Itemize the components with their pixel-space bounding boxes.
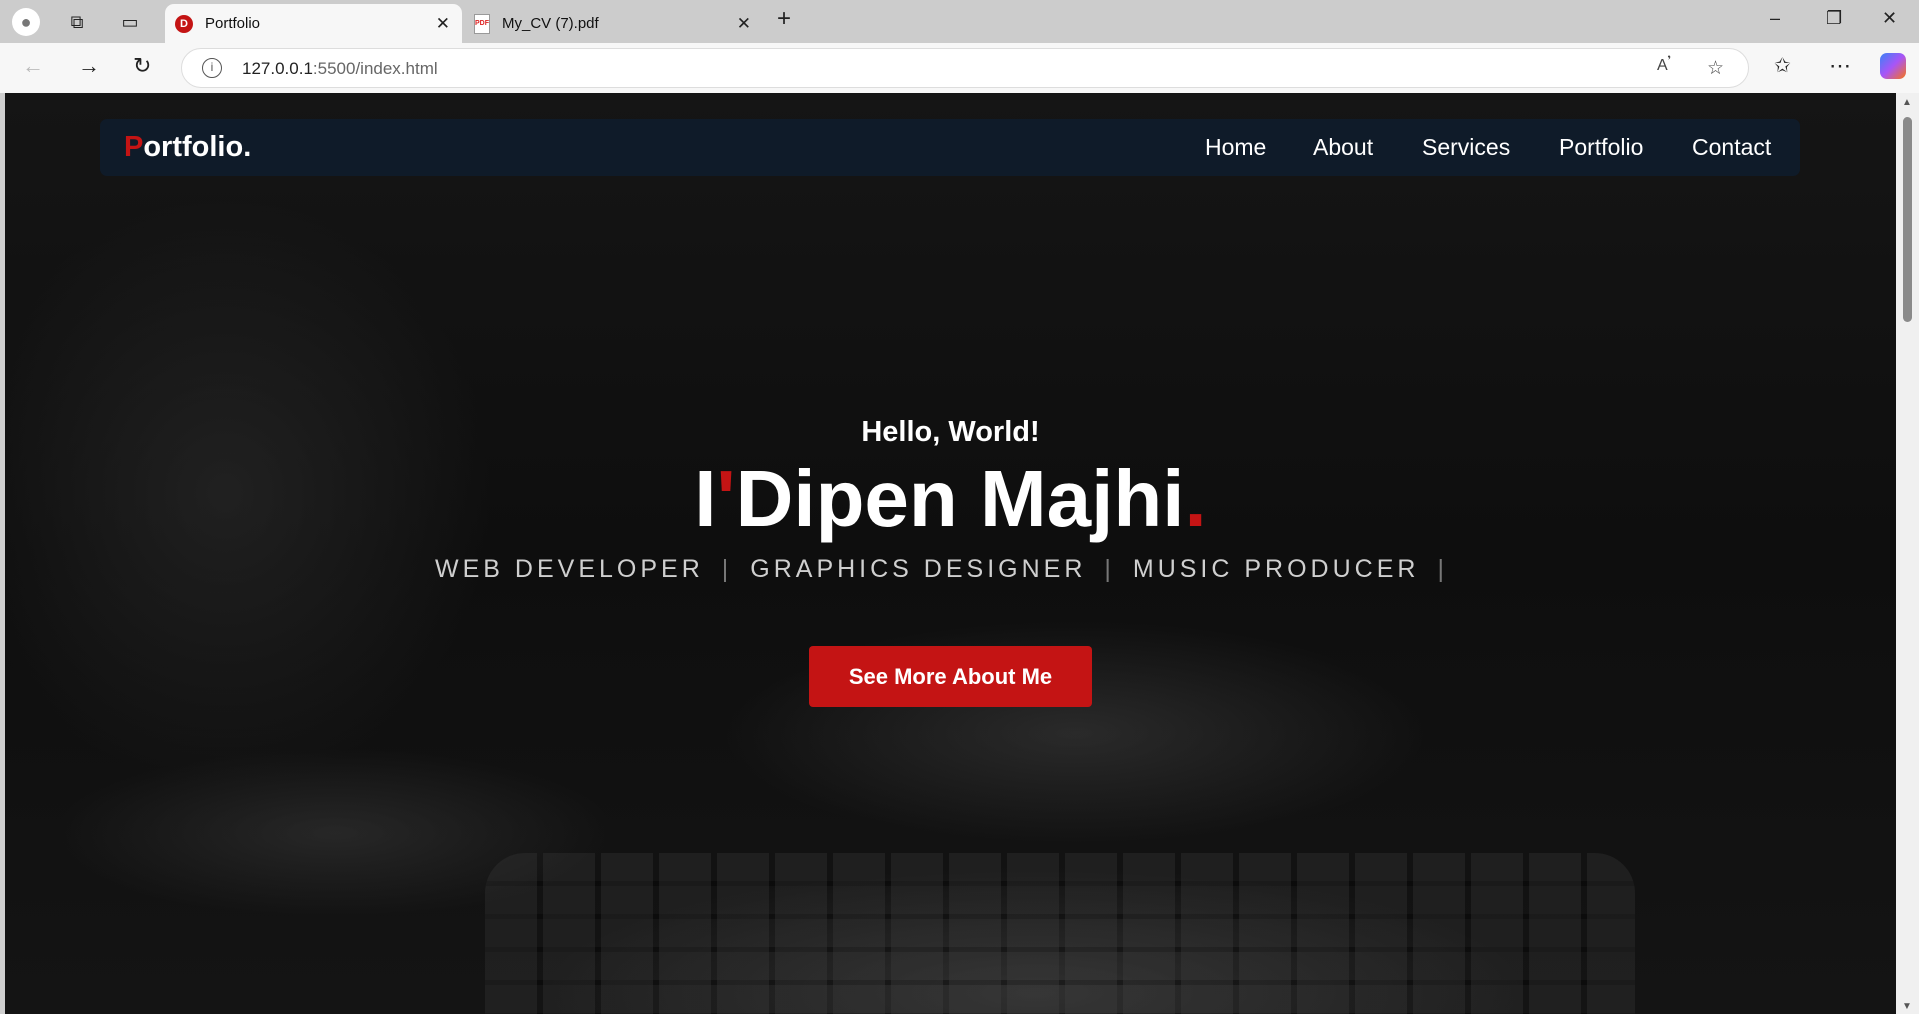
pdf-icon: PDF — [474, 13, 490, 34]
nav-contact[interactable]: Contact — [1692, 134, 1771, 161]
close-tab-icon[interactable]: ✕ — [436, 14, 450, 34]
vertical-tabs-icon[interactable]: ▭ — [116, 8, 144, 36]
keyboard-background-image — [485, 853, 1635, 1014]
profile-icon[interactable]: ● — [12, 8, 40, 36]
scroll-up-icon[interactable]: ▲ — [1902, 97, 1912, 108]
roles: WEB DEVELOPER | GRAPHICS DESIGNER | MUSIC PR… — [435, 555, 1448, 583]
hero-name: I'Dipen Majhi. — [694, 454, 1207, 543]
read-aloud-icon[interactable]: A𝄒 — [1657, 57, 1671, 75]
tab-title: Portfolio — [205, 15, 261, 32]
tab-title: My_CV (7).pdf — [502, 15, 599, 32]
back-icon[interactable]: ← — [22, 53, 44, 79]
nav-about[interactable]: About — [1313, 134, 1373, 161]
address-bar[interactable]: i 127.0.0.1:5500/index.html A𝄒 ☆ — [181, 48, 1749, 88]
minimize-icon[interactable]: – — [1770, 8, 1780, 29]
see-more-about-me-button[interactable]: See More About Me — [809, 646, 1092, 707]
portfolio-page: Portfolio. Home About Services Portfolio… — [5, 93, 1896, 1014]
scrollbar-thumb[interactable] — [1903, 117, 1912, 322]
site-info-icon[interactable]: i — [202, 58, 222, 78]
url-text[interactable]: 127.0.0.1:5500/index.html — [242, 59, 438, 79]
refresh-icon[interactable]: ↻ — [133, 53, 151, 79]
nav-services[interactable]: Services — [1422, 134, 1510, 161]
nav-home[interactable]: Home — [1205, 134, 1266, 161]
logo[interactable]: Portfolio. — [124, 131, 251, 164]
scrollbar[interactable]: ▲ ▼ — [1896, 93, 1919, 1014]
favorite-star-icon[interactable]: ☆ — [1707, 57, 1724, 80]
scroll-down-icon[interactable]: ▼ — [1902, 1001, 1912, 1012]
close-tab-icon[interactable]: ✕ — [737, 14, 751, 34]
role: WEB DEVELOPER — [435, 555, 704, 583]
address-bar-row: ← → ↻ i 127.0.0.1:5500/index.html A𝄒 ☆ ✩… — [0, 43, 1919, 93]
nav-portfolio[interactable]: Portfolio — [1559, 134, 1643, 161]
navbar: Portfolio. Home About Services Portfolio… — [100, 119, 1800, 176]
more-icon[interactable]: ⋯ — [1829, 53, 1851, 79]
tab-bar: ● ⧉ ▭ D Portfolio ✕ PDF My_CV (7).pdf ✕ … — [0, 0, 1919, 43]
collections-icon[interactable]: ⧉ — [63, 8, 91, 36]
tab-cv-pdf[interactable]: PDF My_CV (7).pdf ✕ — [466, 4, 763, 43]
new-tab-icon[interactable]: + — [777, 5, 791, 33]
role: GRAPHICS DESIGNER — [750, 555, 1087, 583]
forward-icon[interactable]: → — [78, 53, 100, 79]
close-window-icon[interactable]: ✕ — [1882, 8, 1897, 29]
portfolio-favicon-icon: D — [175, 14, 193, 33]
greeting: Hello, World! — [861, 416, 1040, 448]
tab-portfolio[interactable]: D Portfolio ✕ — [165, 4, 462, 43]
restore-icon[interactable]: ❐ — [1826, 8, 1842, 29]
role: MUSIC PRODUCER — [1132, 555, 1420, 583]
copilot-icon[interactable] — [1880, 53, 1906, 79]
favorites-icon[interactable]: ✩ — [1774, 53, 1791, 78]
